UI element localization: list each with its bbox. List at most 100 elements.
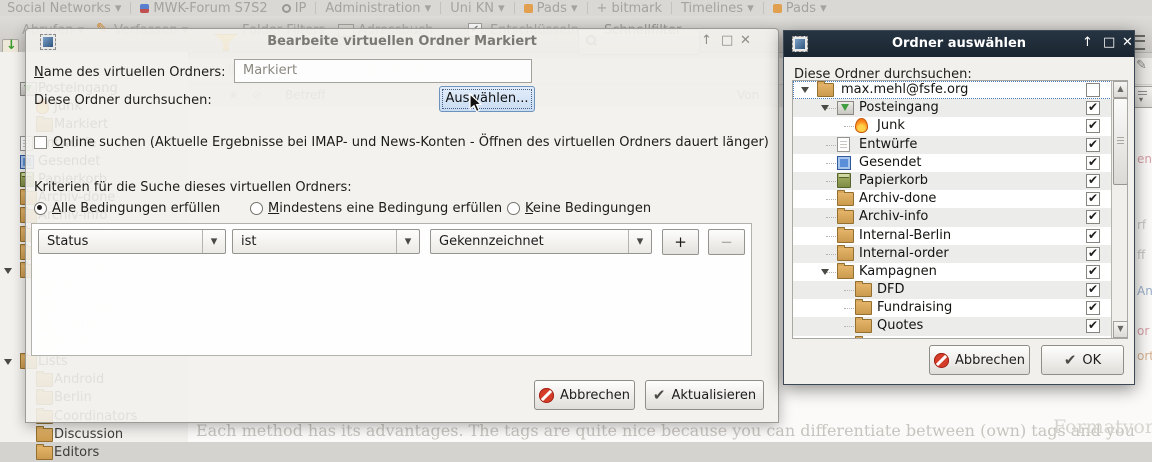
check-icon: ✔ [1088, 209, 1098, 223]
bookmark-item[interactable]: IP [282, 1, 307, 16]
bookmark-item[interactable]: Uni KN ▾ [450, 1, 504, 16]
condition-field-dropdown[interactable]: Status ▾ [38, 229, 226, 254]
restore-window-icon[interactable]: ↑ [701, 34, 712, 48]
folder-checkbox[interactable]: ✔ [1086, 319, 1100, 333]
bookmark-item[interactable]: Timelines ▾ [681, 1, 754, 16]
folder-label: Discussion [54, 427, 123, 442]
tree-row[interactable]: Internal-Berlin ✔ [793, 227, 1112, 245]
remove-condition-button[interactable]: − [708, 229, 745, 255]
folder-checkbox[interactable]: ✔ [1086, 101, 1100, 115]
ok-button[interactable]: ✔ OK [1041, 345, 1124, 375]
clipped-text-fragment: or [1137, 324, 1149, 338]
tree-row[interactable]: Archiv-done ✔ [793, 190, 1112, 208]
folder-checkbox[interactable]: ✔ [1086, 119, 1100, 133]
tree-row[interactable]: max.mehl@fsfe.org [793, 81, 1112, 99]
folder-checkbox[interactable]: ✔ [1086, 210, 1100, 224]
name-input[interactable]: Markiert [234, 59, 532, 83]
bookmark-item[interactable] [763, 2, 764, 14]
dialog-titlebar[interactable]: Ordner auswählen ↑ □ ✕ [784, 31, 1134, 57]
cancel-button-label: Abbrechen [955, 353, 1025, 368]
radio-no-conditions[interactable] [507, 202, 520, 215]
bookmark-item[interactable] [130, 2, 131, 14]
folder-checkbox[interactable]: ✔ [1086, 138, 1100, 152]
chevron-down-icon: ▾ [202, 230, 225, 253]
tree-row[interactable]: DFD ✔ [793, 281, 1112, 299]
tree-row[interactable]: Papierkorb ✔ [793, 172, 1112, 190]
add-condition-button[interactable]: + [662, 229, 699, 255]
bookmark-item[interactable] [315, 2, 316, 14]
condition-operator-dropdown[interactable]: ist ▾ [232, 229, 420, 254]
update-button-label: Aktualisieren [671, 388, 756, 403]
bookmark-label: Pads ▾ [537, 1, 578, 16]
check-icon: ✔ [1088, 100, 1098, 114]
expander-icon[interactable] [4, 359, 12, 365]
expander-icon[interactable] [821, 269, 829, 275]
close-window-icon[interactable]: ✕ [1122, 36, 1133, 50]
cancel-icon [539, 388, 554, 403]
clipped-text-fragment: ff [1137, 248, 1145, 262]
expander-icon[interactable] [821, 105, 829, 111]
check-icon: ✔ [1088, 155, 1098, 169]
folder-checkbox[interactable]: ✔ [1086, 229, 1100, 243]
bookmark-item[interactable]: Pads ▾ [773, 1, 827, 16]
scroll-down-icon[interactable]: ▼ [1113, 321, 1128, 338]
maximize-window-icon[interactable]: □ [721, 34, 733, 48]
folder-checkbox[interactable]: ✔ [1086, 265, 1100, 279]
expander-icon[interactable] [801, 87, 809, 93]
folder-label: Fundraising [877, 300, 952, 315]
bookmark-item[interactable]: MWK-Forum S7S2 [140, 1, 267, 16]
folder-label: Posteingang [859, 100, 939, 115]
cancel-button[interactable]: Abbrechen [534, 380, 635, 410]
folder-label: Entwürfe [859, 137, 917, 152]
bookmark-item[interactable] [587, 2, 588, 14]
radio-all-conditions[interactable] [34, 202, 47, 215]
message-preview-text: Each method has its advantages. The tags… [196, 421, 1136, 440]
folder-label: DFD [877, 282, 905, 297]
radio-any-condition[interactable] [250, 202, 263, 215]
folder-checkbox[interactable]: ✔ [1086, 174, 1100, 188]
tree-row[interactable]: Junk ✔ [793, 117, 1112, 135]
tree-row[interactable]: Archiv-info ✔ [793, 208, 1112, 226]
bookmark-item[interactable]: + bitmark [597, 1, 663, 16]
folder-checkbox[interactable] [1086, 83, 1100, 97]
folder-pane-row[interactable]: Editors [0, 444, 188, 462]
tree-row[interactable]: Fundraising ✔ [793, 299, 1112, 317]
folder-checkbox[interactable]: ✔ [1086, 247, 1100, 261]
maximize-window-icon[interactable]: □ [1103, 36, 1115, 50]
bookmark-item[interactable]: Administration ▾ [325, 1, 431, 16]
tree-row[interactable] [793, 336, 1112, 339]
folder-label: Editors [54, 445, 99, 460]
search-online-checkbox[interactable] [34, 136, 47, 149]
tree-row[interactable]: Posteingang ✔ [793, 99, 1112, 117]
expander-icon[interactable] [4, 268, 12, 274]
bookmark-item[interactable] [440, 2, 441, 14]
tree-row[interactable]: Quotes ✔ [793, 317, 1112, 335]
folder-label: Papierkorb [859, 173, 928, 188]
tree-row[interactable]: Kampagnen ✔ [793, 263, 1112, 281]
condition-value-dropdown[interactable]: Gekennzeichnet ▾ [430, 229, 652, 254]
folder-checkbox[interactable]: ✔ [1086, 301, 1100, 315]
folder-checkbox[interactable]: ✔ [1086, 156, 1100, 170]
bookmark-item[interactable] [514, 2, 515, 14]
bookmark-icon [773, 4, 782, 13]
column-picker-icon[interactable] [1134, 86, 1152, 108]
folder-checkbox[interactable]: ✔ [1086, 283, 1100, 297]
folder-checkbox[interactable]: ✔ [1086, 192, 1100, 206]
tree-row[interactable]: Internal-order ✔ [793, 245, 1112, 263]
bookmark-item[interactable] [671, 2, 672, 14]
update-button[interactable]: ✔ Aktualisieren [645, 380, 764, 410]
folder-pane-row[interactable]: Discussion [0, 426, 188, 444]
tree-scrollbar[interactable]: ▲ ▼ [1111, 81, 1128, 338]
choose-folders-button[interactable]: Auswählen... [439, 86, 535, 112]
bookmark-label: Social Networks ▾ [7, 1, 121, 16]
close-window-icon[interactable]: ✕ [740, 34, 751, 48]
bookmark-item[interactable]: Social Networks ▾ [7, 1, 121, 16]
tree-row[interactable]: Entwürfe ✔ [793, 136, 1112, 154]
dialog-titlebar[interactable]: Bearbeite virtuellen Ordner Markiert ↑ □… [26, 29, 778, 55]
scrollbar-thumb[interactable] [1113, 98, 1128, 185]
bookmark-item[interactable]: Pads ▾ [524, 1, 578, 16]
cancel-button[interactable]: Abbrechen [929, 345, 1030, 375]
tree-row[interactable]: Gesendet ✔ [793, 154, 1112, 172]
restore-window-icon[interactable]: ↑ [1082, 36, 1093, 50]
scroll-up-icon[interactable]: ▲ [1113, 81, 1128, 98]
